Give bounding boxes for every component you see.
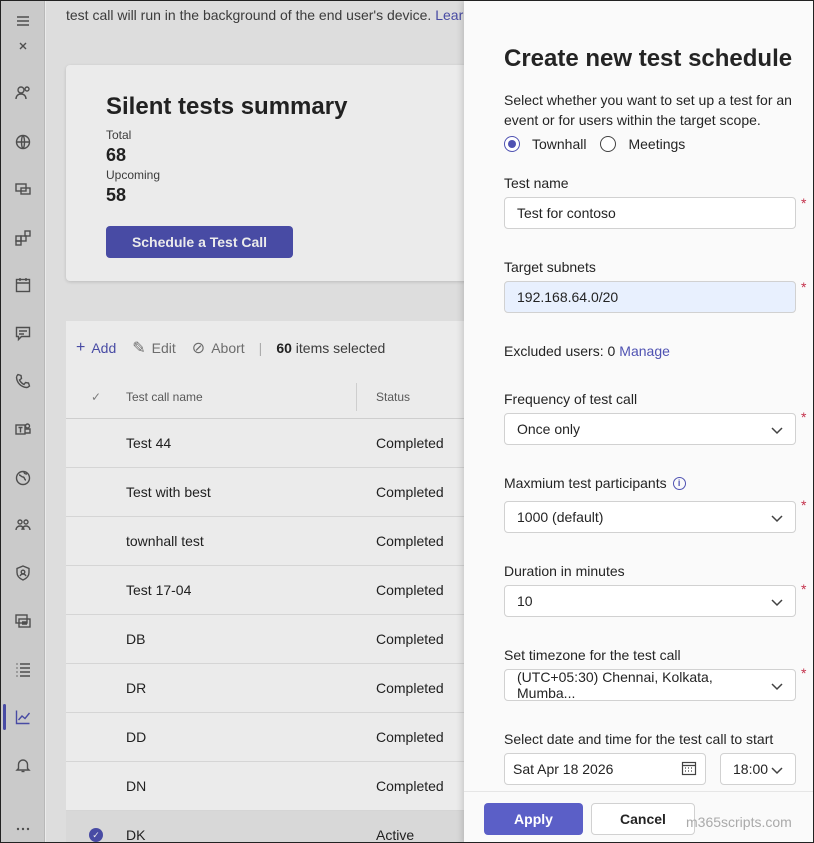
- frequency-value: Once only: [517, 421, 581, 437]
- required-marker: *: [801, 665, 807, 681]
- meetings-radio[interactable]: [600, 136, 617, 152]
- duration-label: Duration in minutes: [504, 563, 625, 579]
- participants-value: 1000 (default): [517, 509, 604, 525]
- timezone-value: (UTC+05:30) Chennai, Kolkata, Mumba...: [517, 669, 713, 701]
- info-icon[interactable]: i: [672, 476, 686, 490]
- calendar-icon: [681, 760, 697, 779]
- excluded-users: Excluded users: 0 Manage: [504, 343, 670, 359]
- frequency-label: Frequency of test call: [504, 391, 638, 407]
- time-dropdown[interactable]: 18:00: [720, 753, 796, 785]
- chevron-down-icon: [771, 595, 783, 607]
- date-value: Sat Apr 18 2026: [513, 761, 614, 777]
- chevron-down-icon: [771, 511, 783, 523]
- time-value: 18:00: [733, 761, 769, 777]
- event-type-radio-group: Townhall Meetings: [504, 136, 699, 152]
- excluded-users-text: Excluded users: 0: [504, 343, 616, 359]
- target-subnets-input[interactable]: 192.168.64.0/20: [504, 281, 796, 313]
- participants-dropdown[interactable]: 1000 (default): [504, 501, 796, 533]
- chevron-down-icon: [771, 679, 783, 691]
- participants-label-text: Maxmium test participants: [504, 475, 667, 491]
- duration-value: 10: [517, 593, 533, 609]
- test-name-label: Test name: [504, 175, 569, 191]
- frequency-dropdown[interactable]: Once only: [504, 413, 796, 445]
- meetings-label[interactable]: Meetings: [628, 136, 685, 152]
- datetime-label: Select date and time for the test call t…: [504, 731, 774, 747]
- required-marker: *: [801, 195, 807, 211]
- watermark: m365scripts.com: [686, 814, 792, 830]
- panel-description: Select whether you want to set up a test…: [504, 92, 792, 128]
- chevron-down-icon: [771, 763, 783, 775]
- test-name-input[interactable]: Test for contoso: [504, 197, 796, 229]
- required-marker: *: [801, 409, 807, 425]
- timezone-dropdown[interactable]: (UTC+05:30) Chennai, Kolkata, Mumba...: [504, 669, 796, 701]
- cancel-button[interactable]: Cancel: [591, 803, 695, 835]
- timezone-label: Set timezone for the test call: [504, 647, 681, 663]
- required-marker: *: [801, 581, 807, 597]
- panel-title: Create new test schedule: [504, 45, 793, 72]
- app-window: test call will run in the background of …: [0, 0, 814, 843]
- panel-footer: Apply Cancel m365scripts.com: [464, 791, 813, 842]
- apply-button[interactable]: Apply: [484, 803, 583, 835]
- dim-overlay: [1, 1, 464, 842]
- required-marker: *: [801, 497, 807, 513]
- required-marker: *: [801, 279, 807, 295]
- chevron-down-icon: [771, 423, 783, 435]
- townhall-radio[interactable]: [504, 136, 520, 152]
- date-picker[interactable]: Sat Apr 18 2026: [504, 753, 706, 785]
- duration-dropdown[interactable]: 10: [504, 585, 796, 617]
- create-schedule-panel: Create new test schedule Select whether …: [464, 1, 813, 842]
- target-subnets-label: Target subnets: [504, 259, 596, 275]
- participants-label: Maxmium test participants i: [504, 475, 686, 491]
- manage-link[interactable]: Manage: [619, 343, 670, 359]
- townhall-label[interactable]: Townhall: [532, 136, 586, 152]
